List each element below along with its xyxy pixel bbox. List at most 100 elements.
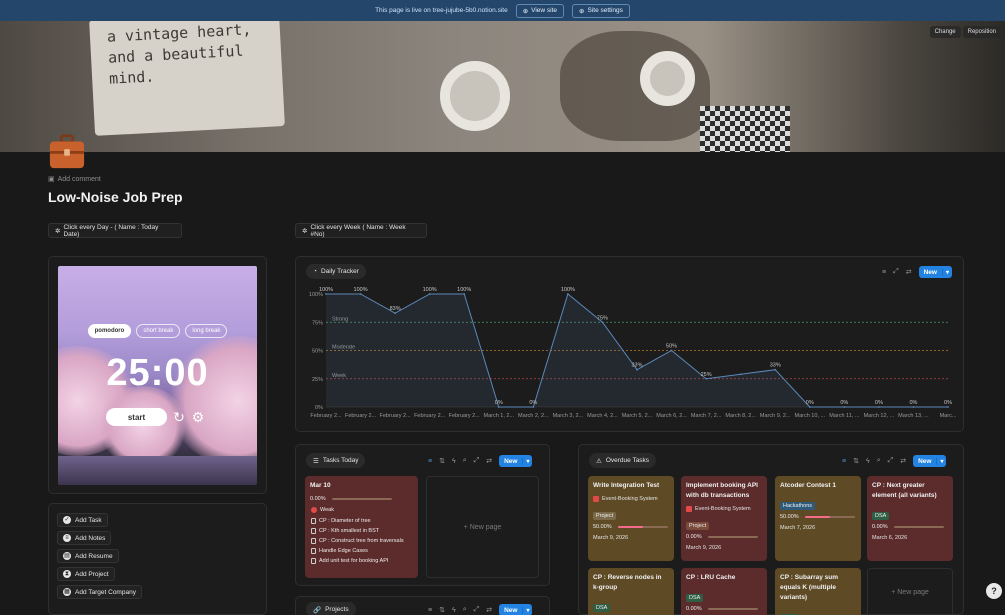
new-label: New xyxy=(504,457,518,465)
expand-icon[interactable]: ⤢ xyxy=(888,457,894,465)
sort-icon[interactable]: ⇅ xyxy=(439,606,445,614)
add-resume-button[interactable]: ▤ Add Resume xyxy=(57,549,119,563)
overdue-card-title: CP : Next greater element (all variants) xyxy=(872,482,937,499)
x-tick-label: March 1, 2... xyxy=(483,413,514,419)
card-progress: 50.00% xyxy=(588,522,674,532)
card-progress: 0.00% xyxy=(867,522,953,532)
x-tick-label: February 2... xyxy=(380,413,412,419)
subtask-item[interactable]: CP : Diameter of tree xyxy=(305,516,418,526)
daily-button[interactable]: ✲ Click every Day - ( Name : Today Date) xyxy=(48,223,182,238)
overdue-card[interactable]: Atcoder Contest 1 Hackathons 50.00% March 7… xyxy=(775,476,861,561)
overdue-card[interactable]: CP : Reverse nodes in k-groupDSA0.00% xyxy=(588,568,674,615)
data-label: 0% xyxy=(840,400,848,406)
briefcase-icon[interactable] xyxy=(48,132,86,170)
add-target-company-button[interactable]: ▦ Add Target Company xyxy=(57,585,142,599)
filter-icon[interactable]: ≡ xyxy=(882,269,886,276)
hourglass-icon: ⧗ xyxy=(63,570,71,578)
x-tick-label: March 8, 2... xyxy=(725,413,756,419)
tab-pomodoro[interactable]: pomodoro xyxy=(87,324,132,338)
data-point xyxy=(947,406,949,408)
daily-tracker-chart: 100%75%50%25%0%StrongModerateWeek100%Feb… xyxy=(309,287,957,419)
subtask-item[interactable]: CP : Kth smallest in BST xyxy=(305,526,418,536)
help-icon[interactable]: ? xyxy=(986,583,1002,599)
expand-icon[interactable]: ⤢ xyxy=(474,457,480,465)
projects-new-button[interactable]: New ▾ xyxy=(499,604,533,615)
data-point xyxy=(774,368,777,371)
progress-label: 50.00% xyxy=(780,514,799,520)
reposition-cover-button[interactable]: Reposition xyxy=(962,26,1001,38)
projects-title[interactable]: 🔗 Projects xyxy=(306,602,356,615)
weekly-button[interactable]: ✲ Click every Week ( Name : Week #No) xyxy=(295,223,427,238)
overdue-new-page-button[interactable]: + New page xyxy=(867,568,953,615)
sliders-icon[interactable]: ⇄ xyxy=(486,457,492,465)
view-site-button[interactable]: ⊕ View site xyxy=(515,3,565,18)
progress-label: 0.00% xyxy=(686,606,702,612)
automation-icon[interactable]: ϟ xyxy=(452,458,456,465)
site-settings-button[interactable]: ⊕ Site settings xyxy=(572,3,630,18)
data-point xyxy=(532,406,535,408)
chevron-down-icon: ▾ xyxy=(936,457,946,465)
add-notes-button[interactable]: ≡ Add Notes xyxy=(57,531,112,545)
add-comment-button[interactable]: ▣ Add comment xyxy=(48,175,101,184)
automation-icon[interactable]: ϟ xyxy=(452,607,456,614)
task-card[interactable]: Mar 10 0.00% Weak CP : Diameter of tree … xyxy=(305,476,418,578)
change-cover-button[interactable]: Change xyxy=(929,26,961,38)
sliders-icon[interactable]: ⇄ xyxy=(900,457,906,465)
y-tick-label: 50% xyxy=(312,349,323,355)
overdue-card[interactable]: CP : LRU Cache DSA 0.00% xyxy=(681,568,767,615)
sparkle-icon: ✲ xyxy=(302,227,308,235)
sort-icon[interactable]: ⇅ xyxy=(439,457,445,465)
overdue-card[interactable]: CP : Next greater element (all variants)… xyxy=(867,476,953,561)
sliders-icon[interactable]: ⇄ xyxy=(486,606,492,614)
subtask-item[interactable]: Handle Edge Cases xyxy=(305,546,418,556)
start-button[interactable]: start xyxy=(106,408,167,426)
cover-controls: Change Reposition xyxy=(929,26,1001,38)
sliders-icon[interactable]: ⇄ xyxy=(906,268,912,276)
tab-short-break[interactable]: short break xyxy=(136,324,181,338)
pomodoro-tabs: pomodoro short break long break xyxy=(58,324,257,338)
page-title[interactable]: Low-Noise Job Prep xyxy=(48,189,183,205)
overdue-card-title: Atcoder Contest 1 xyxy=(780,482,836,489)
globe-icon: ⊕ xyxy=(522,7,529,15)
daily-tracker-label: Daily Tracker xyxy=(320,268,359,275)
overdue-card[interactable]: CP : Subarray sum equals K (multiple var… xyxy=(775,568,861,615)
overdue-card-title: CP : LRU Cache xyxy=(686,574,736,581)
settings-gear-icon[interactable]: ⚙ xyxy=(190,409,206,425)
subtask-item[interactable]: CP : Construct tree from traversals xyxy=(305,536,418,546)
progress-bar xyxy=(617,526,668,528)
expand-icon[interactable]: ⤢ xyxy=(893,268,899,276)
overdue-title[interactable]: ⚠ Overdue Tasks xyxy=(589,453,657,468)
tasks-new-button[interactable]: New ▾ xyxy=(499,455,533,467)
data-point xyxy=(325,293,327,295)
tab-long-break[interactable]: long break xyxy=(185,324,228,338)
subtask-label: CP : Construct tree from traversals xyxy=(319,538,404,544)
new-page-button[interactable]: + New page xyxy=(426,476,539,578)
overdue-card[interactable]: Write Integration Test Event-Booking Syst… xyxy=(588,476,674,561)
overdue-toolbar: ≡ ⇅ ϟ ⌕ ⤢ ⇄ New ▾ xyxy=(842,455,947,467)
add-task-button[interactable]: ✓ Add Task xyxy=(57,513,108,527)
progress-label: 0.00% xyxy=(872,524,888,530)
add-project-button[interactable]: ⧗ Add Project xyxy=(57,567,115,581)
overdue-new-button[interactable]: New ▾ xyxy=(913,455,947,467)
sort-icon[interactable]: ⇅ xyxy=(853,457,859,465)
reset-icon[interactable]: ↻ xyxy=(171,409,187,425)
filter-icon[interactable]: ≡ xyxy=(842,458,846,465)
x-tick-label: March 9, 2... xyxy=(760,413,791,419)
overdue-card-title: Implement booking API with db transactio… xyxy=(686,482,758,499)
filter-icon[interactable]: ≡ xyxy=(428,458,432,465)
daily-tracker-title[interactable]: ◔ Daily Tracker xyxy=(306,264,366,279)
overdue-card[interactable]: Implement booking API with db transactio… xyxy=(681,476,767,561)
add-comment-label: Add comment xyxy=(57,175,101,183)
progress-bar xyxy=(804,516,855,518)
tracker-new-button[interactable]: New ▾ xyxy=(918,266,952,278)
project-icon xyxy=(593,496,599,502)
expand-icon[interactable]: ⤢ xyxy=(474,606,480,614)
search-icon[interactable]: ⌕ xyxy=(463,606,467,614)
search-icon[interactable]: ⌕ xyxy=(877,457,881,465)
filter-icon[interactable]: ≡ xyxy=(428,607,432,614)
subtask-item[interactable]: Add unit test for booking API xyxy=(305,556,418,566)
automation-icon[interactable]: ϟ xyxy=(866,458,870,465)
tasks-today-title[interactable]: ☰ Tasks Today xyxy=(306,453,366,468)
search-icon[interactable]: ⌕ xyxy=(463,457,467,465)
x-tick-label: March 2, 2... xyxy=(518,413,549,419)
